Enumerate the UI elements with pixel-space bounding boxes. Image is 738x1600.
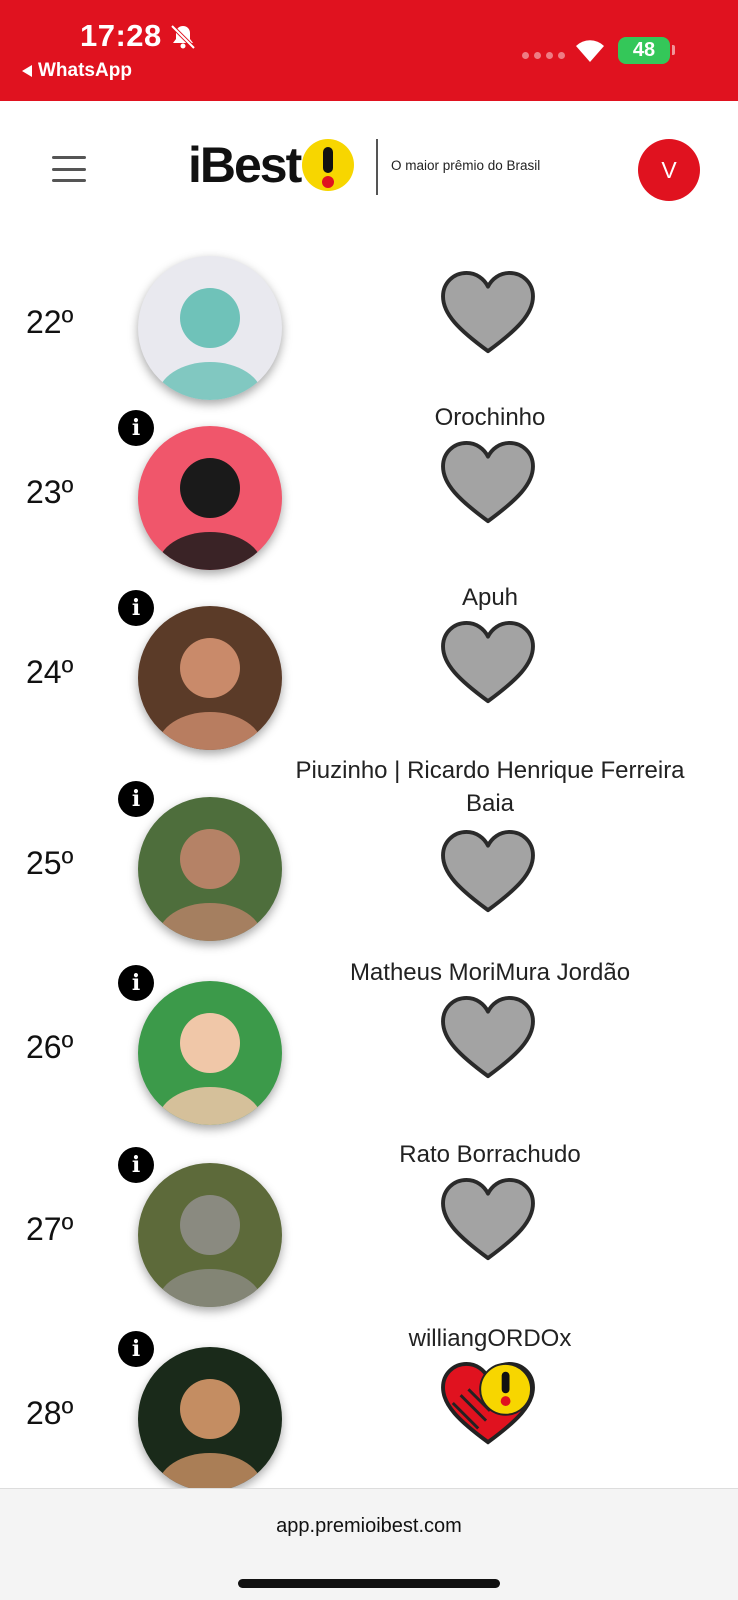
heart-vote-icon[interactable] bbox=[438, 269, 538, 357]
nominee-name: williangORDOx bbox=[408, 1325, 572, 1352]
user-avatar-button[interactable]: V bbox=[638, 139, 700, 201]
exclamation-logo-icon bbox=[302, 139, 355, 191]
back-to-app-link[interactable]: WhatsApp bbox=[22, 60, 132, 82]
app-header: iBest O maior prêmio do Brasil V bbox=[0, 101, 738, 238]
home-indicator[interactable] bbox=[238, 1579, 500, 1588]
rank-number: 23º bbox=[26, 474, 74, 510]
nominee-name: Matheus MoriMura Jordão bbox=[349, 959, 631, 986]
info-icon[interactable]: i bbox=[118, 410, 154, 446]
tagline: O maior prêmio do Brasil bbox=[391, 158, 541, 173]
back-app-label: WhatsApp bbox=[38, 60, 132, 81]
avatar-portrait-icon bbox=[158, 1195, 262, 1307]
ranking-row: 27º i Rato Borrachudo bbox=[0, 1118, 738, 1307]
battery-level: 48 bbox=[632, 39, 656, 61]
rank-number: 24º bbox=[26, 654, 74, 690]
ibest-logo[interactable]: iBest bbox=[188, 137, 355, 193]
info-icon[interactable]: i bbox=[118, 1331, 154, 1367]
rank-number: 26º bbox=[26, 1029, 74, 1065]
info-icon[interactable]: i bbox=[118, 965, 154, 1001]
logo-text: iBest bbox=[188, 137, 302, 193]
avatar-portrait-icon bbox=[158, 829, 262, 941]
nominee-photo[interactable] bbox=[138, 1163, 282, 1307]
info-icon[interactable]: i bbox=[118, 590, 154, 626]
info-icon[interactable]: i bbox=[118, 1147, 154, 1183]
avatar-portrait-icon bbox=[158, 458, 262, 570]
nominee-photo[interactable] bbox=[138, 426, 282, 570]
rank-number: 22º bbox=[26, 304, 74, 340]
rank-number: 25º bbox=[26, 845, 74, 881]
avatar-portrait-icon bbox=[158, 1013, 262, 1125]
heart-vote-icon[interactable] bbox=[438, 828, 538, 916]
nominee-name: Piuzinho | Ricardo Henrique Ferreira Bai… bbox=[295, 757, 685, 817]
battery-cap bbox=[672, 45, 675, 55]
avatar-portrait-icon bbox=[158, 638, 262, 750]
nominee-photo[interactable] bbox=[138, 1347, 282, 1488]
ranking-row: 23º i Orochinho bbox=[0, 381, 738, 570]
nominee-photo[interactable] bbox=[138, 981, 282, 1125]
info-icon[interactable]: i bbox=[118, 781, 154, 817]
battery-icon: 48 bbox=[618, 37, 670, 64]
heart-vote-icon[interactable] bbox=[438, 439, 538, 527]
rank-number: 27º bbox=[26, 1211, 74, 1247]
nominee-name: Rato Borrachudo bbox=[399, 1141, 581, 1168]
avatar-portrait-icon bbox=[158, 1379, 262, 1488]
avatar-portrait-icon bbox=[158, 288, 262, 400]
rank-number: 28º bbox=[26, 1395, 74, 1431]
nominee-name: Apuh bbox=[461, 584, 519, 611]
browser-bottom-bar: app.premioibest.com bbox=[0, 1488, 738, 1600]
ranking-list: 22º 23º i Orochinho 24º i Apuh 25º i Piuzinho | R… bbox=[0, 238, 738, 1488]
url-bar[interactable]: app.premioibest.com bbox=[0, 1515, 738, 1538]
nominee-photo[interactable] bbox=[138, 606, 282, 750]
heart-voted-icon[interactable] bbox=[438, 1360, 538, 1448]
avatar-initial: V bbox=[661, 156, 677, 183]
heart-vote-icon[interactable] bbox=[438, 1176, 538, 1264]
menu-icon[interactable] bbox=[52, 156, 86, 182]
nominee-photo[interactable] bbox=[138, 256, 282, 400]
back-arrow-icon bbox=[22, 65, 32, 77]
logo-divider bbox=[376, 139, 378, 195]
ranking-row: 24º i Apuh bbox=[0, 561, 738, 750]
ranking-row: 28º i williangORDOx bbox=[0, 1302, 738, 1488]
ranking-row: 26º i Matheus MoriMura Jordão bbox=[0, 936, 738, 1125]
status-time: 17:28 bbox=[80, 18, 162, 53]
nominee-photo[interactable] bbox=[138, 797, 282, 941]
ranking-row: 25º i Piuzinho | Ricardo Henrique Ferreira… bbox=[0, 752, 738, 941]
ranking-row: 22º bbox=[0, 238, 738, 400]
heart-vote-icon[interactable] bbox=[438, 994, 538, 1082]
nominee-name: Orochinho bbox=[434, 404, 546, 431]
bell-muted-icon bbox=[170, 24, 196, 50]
status-bar: 17:28 WhatsApp 48 bbox=[0, 0, 738, 101]
heart-vote-icon[interactable] bbox=[438, 619, 538, 707]
wifi-icon bbox=[576, 40, 604, 62]
signal-icon bbox=[522, 52, 565, 59]
